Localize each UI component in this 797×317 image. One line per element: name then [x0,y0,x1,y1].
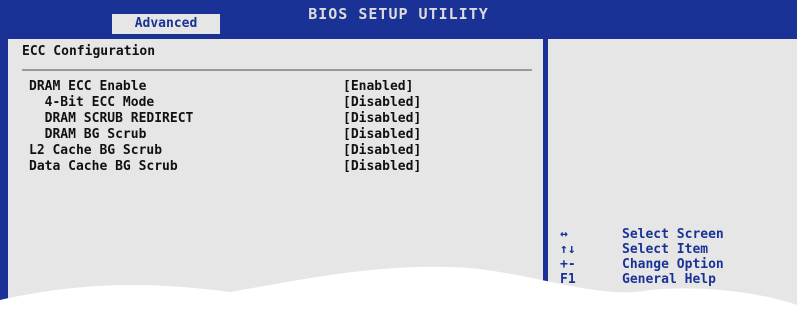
torn-edge-overlay [0,266,797,317]
bios-screen: BIOS SETUP UTILITY Advanced ECC Configur… [0,0,797,317]
